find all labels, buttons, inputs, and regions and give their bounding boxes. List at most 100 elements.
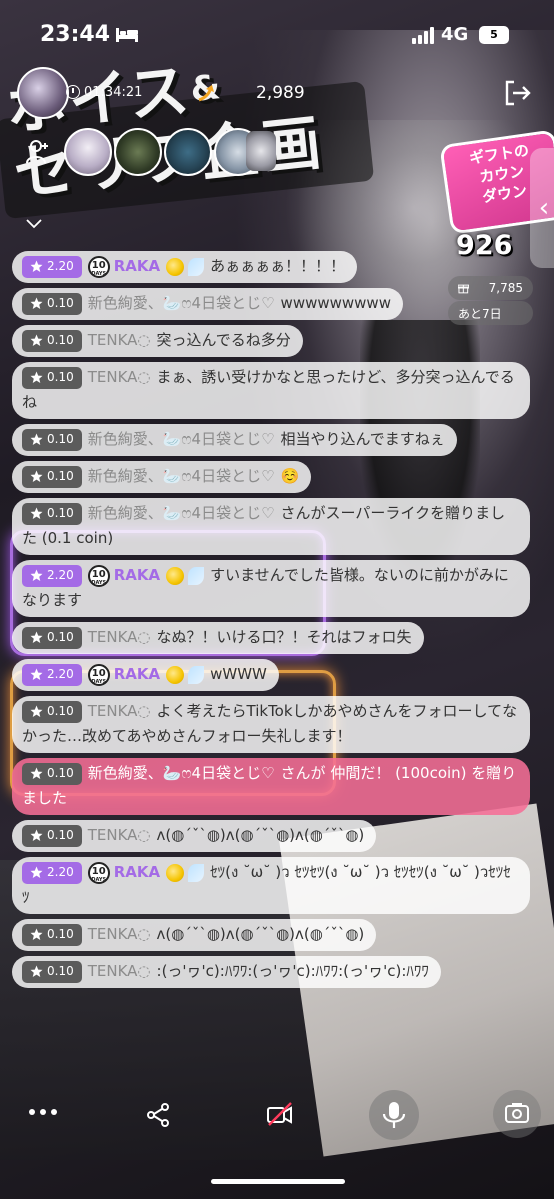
live-duration: 01:34:21 <box>84 84 143 100</box>
user-level-badge: 2.20 <box>22 255 82 278</box>
comment-bubble[interactable]: 0.10 TENKA◌ ʌ(◍´ˇ`◍)ʌ(◍´ˇ`◍)ʌ(◍´ˇ`◍) <box>12 919 377 951</box>
comment-bubble[interactable]: 2.20 10 DAYS RAKA wWWW <box>12 659 279 691</box>
feather-emoji-icon <box>188 257 205 276</box>
user-level-badge: 0.10 <box>22 626 82 649</box>
level-value: 0.10 <box>47 964 74 978</box>
comment-bubble[interactable]: 0.10 TENKA◌ :(っ'ヮ'c):ﾊﾜﾜ:(っ'ヮ'c):ﾊﾜﾜ:(っ'ヮ'… <box>12 956 441 988</box>
comment-username[interactable]: RAKA <box>114 863 160 881</box>
network-type: 4G <box>441 24 469 45</box>
comment-bubble[interactable]: 2.20 10 DAYS RAKA あぁぁぁぁ！！！！ <box>12 251 358 283</box>
comment-username[interactable]: TENKA◌ <box>88 702 151 720</box>
days-badge-label: DAYS <box>91 579 107 586</box>
guest-avatar[interactable] <box>164 128 212 176</box>
switch-camera-icon <box>505 1103 529 1123</box>
comment-text: :(っ'ヮ'c):ﾊﾜﾜ:(っ'ヮ'c):ﾊﾜﾜ:(っ'ヮ'c):ﾊﾜﾜ <box>156 962 429 980</box>
level-value: 0.10 <box>47 469 74 483</box>
comment-username[interactable]: 新色絢愛、🦢ෆ4日袋とじ♡ <box>88 467 275 485</box>
comment-username[interactable]: RAKA <box>114 665 160 683</box>
clock-time: 23:44 <box>40 22 111 47</box>
guest-avatar[interactable] <box>64 128 112 176</box>
level-value: 0.10 <box>47 927 74 941</box>
days-badge-number: 10 <box>91 667 106 679</box>
level-value: 0.10 <box>47 630 74 644</box>
camera-off-icon[interactable] <box>266 1101 294 1127</box>
coin-emoji-icon <box>166 863 185 882</box>
share-icon[interactable] <box>146 1103 170 1127</box>
user-level-badge: 0.10 <box>22 824 82 847</box>
comment-username[interactable]: TENKA◌ <box>88 925 151 943</box>
comment-text: あぁぁぁぁ！！！！ <box>210 257 346 275</box>
comment-username[interactable]: 新色絢愛、🦢ෆ4日袋とじ♡ <box>88 504 275 522</box>
comment-bubble[interactable]: 0.10 新色絢愛、🦢ෆ4日袋とじ♡ 相当やり込んでますねぇ <box>12 424 457 456</box>
comment-username[interactable]: 新色絢愛、🦢ෆ4日袋とじ♡ <box>88 294 275 312</box>
comment-bubble[interactable]: 0.10 TENKA◌ ʌ(◍´ˇ`◍)ʌ(◍´ˇ`◍)ʌ(◍´ˇ`◍) <box>12 820 377 852</box>
user-level-badge: 0.10 <box>22 923 82 946</box>
comment-bubble[interactable]: 0.10 新色絢愛、🦢ෆ4日袋とじ♡ さんが 仲間だ！ (100coin) を贈りま… <box>12 758 530 815</box>
star-icon <box>30 569 43 581</box>
switch-camera-button[interactable] <box>493 1090 541 1138</box>
comment-bubble[interactable]: 0.10 TENKA◌ まぁ、誘い受けかなと思ったけど、多分突っ込んでるね <box>12 362 530 419</box>
level-value: 0.10 <box>47 766 74 780</box>
comment-username[interactable]: TENKA◌ <box>88 962 151 980</box>
user-level-badge: 0.10 <box>22 762 82 785</box>
user-level-badge: 0.10 <box>22 502 82 525</box>
exit-icon[interactable] <box>504 80 532 106</box>
comment-text: なぬ？！いける口？！それはフォロ失 <box>156 628 412 646</box>
level-value: 0.10 <box>47 432 74 446</box>
comment-bubble[interactable]: 0.10 新色絢愛、🦢ෆ4日袋とじ♡ wwwwwwwww <box>12 288 403 320</box>
level-value: 0.10 <box>47 333 74 347</box>
feather-emoji-icon <box>188 566 205 585</box>
days-badge-icon: 10 DAYS <box>87 564 110 587</box>
comment-username[interactable]: RAKA <box>114 257 160 275</box>
star-icon <box>30 965 43 977</box>
chevron-left-icon: ‹ <box>538 193 550 223</box>
star-icon <box>30 470 43 482</box>
guest-avatar[interactable] <box>114 128 162 176</box>
side-panel-handle[interactable]: ‹ <box>530 148 554 268</box>
days-badge-icon: 10 DAYS <box>87 663 110 686</box>
comment-bubble[interactable]: 0.10 TENKA◌ なぬ？！いける口？！それはフォロ失 <box>12 622 424 654</box>
viewer-count[interactable]: 2,989 <box>256 83 305 103</box>
comment-bubble[interactable]: 0.10 新色絢愛、🦢ෆ4日袋とじ♡ ☺️ <box>12 461 312 493</box>
guest-avatar[interactable] <box>246 131 276 171</box>
star-icon <box>30 866 43 878</box>
trending-arrow-icon <box>198 85 214 102</box>
add-user-icon[interactable] <box>26 139 50 165</box>
comment-bubble[interactable]: 2.20 10 DAYS RAKA ｾﾂ(ง ˘ω˘ )ว ｾﾂｾﾂ(ง ˘ω˘ )ว … <box>12 857 530 914</box>
coin-emoji-icon <box>166 566 185 585</box>
comment-feed[interactable]: 2.20 10 DAYS RAKA あぁぁぁぁ！！！！ 0.10 新色絢愛、🦢ෆ4日袋とじ♡… <box>12 251 532 993</box>
comment-bubble[interactable]: 2.20 10 DAYS RAKA すいませんでした皆様。ないのに前かがみになります <box>12 560 530 617</box>
comment-bubble[interactable]: 0.10 TENKA◌ よく考えたらTikTokしかあやめさんをフォローしてなかった… <box>12 696 530 753</box>
feather-emoji-icon <box>188 665 205 684</box>
feather-emoji-icon <box>188 863 205 882</box>
star-icon <box>30 767 43 779</box>
home-indicator <box>211 1179 345 1184</box>
comment-username[interactable]: RAKA <box>114 566 160 584</box>
level-value: 2.20 <box>47 667 74 681</box>
microphone-button[interactable] <box>369 1090 419 1140</box>
comment-text: wwwwwwwww <box>280 294 391 312</box>
live-timer: 01:34:21 <box>58 79 150 105</box>
comment-username[interactable]: TENKA◌ <box>88 826 151 844</box>
coin-emoji-icon <box>166 665 185 684</box>
level-value: 0.10 <box>47 828 74 842</box>
chevron-down-icon[interactable] <box>25 218 43 230</box>
microphone-icon <box>382 1102 406 1128</box>
comment-username[interactable]: TENKA◌ <box>88 331 151 349</box>
days-badge-label: DAYS <box>91 270 107 277</box>
comment-username[interactable]: 新色絢愛、🦢ෆ4日袋とじ♡ <box>88 764 275 782</box>
days-badge-label: DAYS <box>91 678 107 685</box>
comment-username[interactable]: TENKA◌ <box>88 628 151 646</box>
comment-username[interactable]: TENKA◌ <box>88 368 151 386</box>
comment-bubble[interactable]: 0.10 新色絢愛、🦢ෆ4日袋とじ♡ さんがスーパーライクを贈りました (0.1 c… <box>12 498 530 555</box>
user-level-badge: 0.10 <box>22 366 82 389</box>
comment-bubble[interactable]: 0.10 TENKA◌ 突っ込んでるね多分 <box>12 325 303 357</box>
more-options-icon[interactable] <box>28 1108 58 1116</box>
days-badge-number: 10 <box>91 568 106 580</box>
star-icon <box>30 829 43 841</box>
days-badge-label: DAYS <box>91 876 107 883</box>
star-icon <box>30 371 43 383</box>
comment-username[interactable]: 新色絢愛、🦢ෆ4日袋とじ♡ <box>88 430 275 448</box>
clock-icon <box>66 85 80 99</box>
status-bar: 23:44 4G 5 <box>0 0 554 70</box>
